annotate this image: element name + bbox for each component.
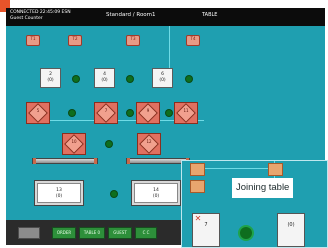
tile-label: T2 [72, 36, 78, 41]
guest-count: (0) [55, 194, 63, 199]
round-table-label: 11 [183, 108, 189, 113]
guest-count: (0) [159, 78, 166, 83]
long-table-face: 14 (0) [134, 183, 178, 203]
joined-table-card[interactable]: (0) [277, 213, 305, 247]
tile-label: T3 [130, 36, 136, 41]
long-table[interactable]: 13 (0) [34, 180, 84, 206]
tile-label: T1 [30, 36, 36, 41]
table-tile[interactable]: T4 [186, 35, 200, 46]
round-table[interactable]: 5 [26, 102, 50, 124]
joined-table-tile[interactable] [190, 163, 205, 176]
table-tile[interactable]: T2 [68, 35, 82, 46]
table-card[interactable]: 2 (0) [40, 68, 61, 88]
green-dot-icon [69, 110, 75, 116]
green-dot-icon [186, 76, 192, 82]
table-card[interactable]: 4 (0) [94, 68, 115, 88]
round-table[interactable]: 12 [137, 133, 161, 155]
table-tile[interactable]: T3 [126, 35, 140, 46]
guest-count: (0) [101, 78, 108, 83]
toolbar-button-order[interactable]: ORDER [52, 227, 76, 239]
round-table-label: 9 [146, 108, 150, 113]
round-table[interactable]: 7 [94, 102, 118, 124]
table-label: TABLE [202, 12, 218, 18]
toolbar-button-back[interactable] [18, 227, 40, 239]
joined-table-tile[interactable] [190, 180, 205, 193]
x-icon[interactable]: ✕ [194, 215, 202, 223]
guest-count: (0) [47, 78, 54, 83]
top-status-bar: CONNECTED 22:45:09 ESN Guest Counter Sta… [6, 8, 325, 26]
round-table[interactable]: 10 [62, 133, 86, 155]
counter-bar[interactable] [32, 158, 98, 164]
view-title[interactable]: Standard / Room1 [106, 12, 156, 18]
green-dot-icon [73, 76, 79, 82]
toolbar-button-cc[interactable]: C C [135, 227, 157, 239]
green-dot-icon [127, 110, 133, 116]
guide-line-vertical [169, 26, 170, 71]
long-table-face: 13 (0) [37, 183, 81, 203]
toolbar-button-table[interactable]: TABLE 0 [79, 227, 105, 239]
green-dot-icon [111, 191, 117, 197]
round-table[interactable]: 9 [136, 102, 160, 124]
joined-table-card[interactable]: ✕ 7 [192, 213, 220, 247]
joining-table-label: Joining table [232, 178, 294, 198]
guest-count: (0) [152, 194, 160, 199]
round-table-label: 5 [36, 108, 40, 113]
round-table-label: 7 [104, 108, 108, 113]
guest-count: (0) [287, 222, 295, 228]
table-tile[interactable]: T1 [26, 35, 40, 46]
gear-icon [240, 227, 252, 239]
joined-table-tile[interactable] [268, 163, 283, 176]
green-dot-icon [166, 110, 172, 116]
counter-bar-cap [33, 158, 36, 164]
counter-bar-cap [127, 158, 130, 164]
round-table-label: 10 [71, 139, 77, 144]
green-dot-icon [127, 76, 133, 82]
green-dot-icon [106, 141, 112, 147]
toolbar-button-guest[interactable]: GUEST [108, 227, 132, 239]
round-table[interactable]: 11 [174, 102, 198, 124]
joining-table-callout: Joining table ✕ 7 (0) [181, 160, 328, 248]
counter-bar-cap [94, 158, 97, 164]
long-table[interactable]: 14 (0) [131, 180, 181, 206]
system-status-text: CONNECTED 22:45:09 ESN Guest Counter [10, 10, 71, 21]
tile-label: T4 [190, 36, 196, 41]
round-table-label: 12 [146, 139, 152, 144]
table-card[interactable]: 6 (0) [152, 68, 173, 88]
